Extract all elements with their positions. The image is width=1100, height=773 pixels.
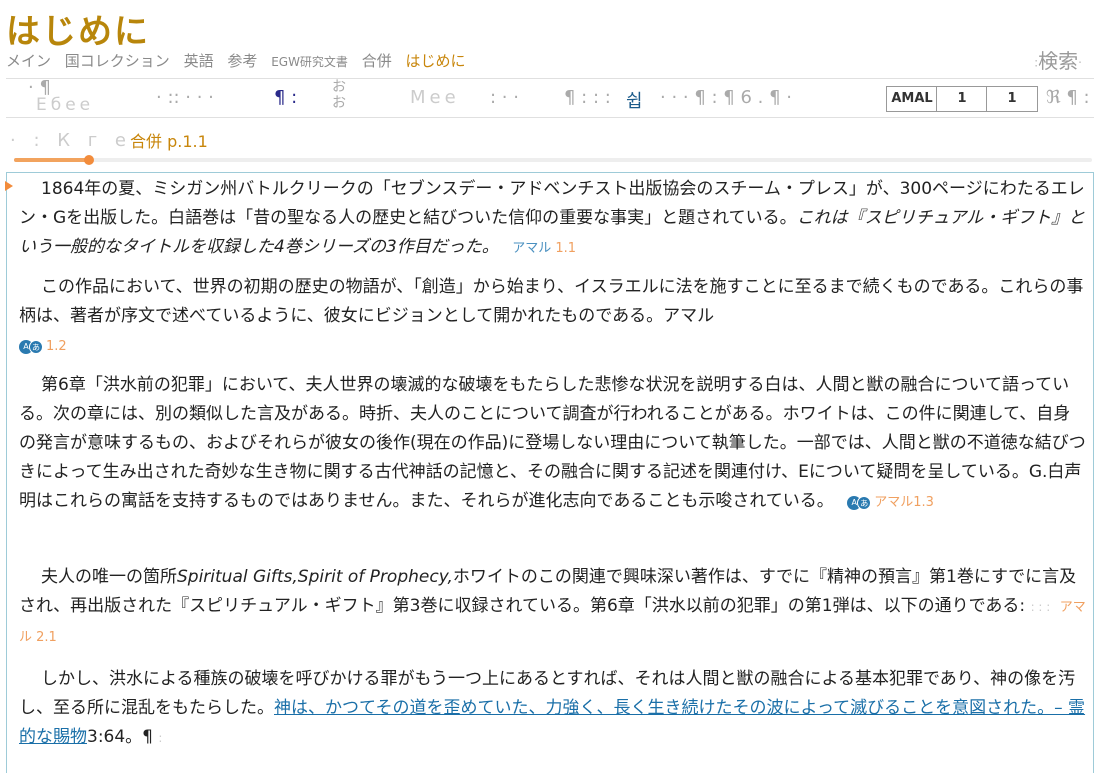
current-paragraph-marker-icon <box>5 181 13 191</box>
reference-link[interactable]: アマル 1.1 <box>512 241 576 256</box>
search-button[interactable]: :検索· <box>1034 45 1082 74</box>
paragraph-italic: Spiritual Gifts,Spirit of Prophecy, <box>177 567 453 587</box>
reference-link[interactable]: A あアマル1.3 <box>847 495 934 510</box>
reference-link[interactable]: A あ 1.2 <box>19 339 67 354</box>
progress-handle[interactable] <box>84 155 94 165</box>
breadcrumb: メイン 国コレクション 英語 参考 EGW研究文書 合併 はじめに <box>6 50 475 71</box>
paragraph-text: 夫人の唯一の箇所 <box>41 567 177 587</box>
paragraph-text: この作品において、世界の初期の歴史の物語が、「創造」から始まり、イスラエルに法を… <box>19 277 1084 326</box>
search-dot-icon: · <box>1078 55 1082 70</box>
translate-icon: Aあ <box>19 339 43 354</box>
breadcrumb-current: はじめに <box>405 52 466 70</box>
breadcrumb-merged[interactable]: 合併 <box>362 52 392 70</box>
subheader-ghost: · : К г е <box>10 130 132 151</box>
toolbar: · ¶ Ебее · :: · · · ¶ : おお Мее : · · ¶ :… <box>6 77 1094 118</box>
paragraph-5: しかし、洪水による種族の破壊を呼びかける罪がもう一つ上にあるとすれば、それは人間… <box>19 665 1087 753</box>
current-reference: 合併 p.1.1 <box>130 132 208 151</box>
breadcrumb-collection[interactable]: 国コレクション <box>65 52 170 70</box>
paragraph-4: 夫人の唯一の箇所Spiritual Gifts,Spirit of Prophe… <box>19 563 1087 652</box>
paragraph-text: 第6章「洪水前の犯罪」において、夫人世界の壊滅的な破壊をもたらした悲惨な状況を説… <box>19 375 1086 511</box>
breadcrumb-main[interactable]: メイン <box>6 52 51 70</box>
paragraph-dots: : <box>158 731 163 745</box>
amal-label: AMAL <box>886 86 938 112</box>
breadcrumb-egw-research[interactable]: EGW研究文書 <box>271 55 348 69</box>
subheader: · : К г е 合併 p.1.1 <box>6 118 1094 170</box>
paragraph-1: 1864年の夏、ミシガン州バトルクリークの「セブンスデー・アドベンチスト出版協会… <box>19 175 1087 263</box>
toolbar-kana[interactable]: おお <box>332 79 358 117</box>
progress-fill <box>14 158 89 162</box>
reading-pane: 1864年の夏、ミシガン州バトルクリークの「セブンスデー・アドベンチスト出版協会… <box>5 172 1094 773</box>
paragraph-3: 第6章「洪水前の犯罪」において、夫人世界の壊滅的な破壊をもたらした悲惨な状況を説… <box>19 371 1087 517</box>
breadcrumb-english[interactable]: 英語 <box>184 52 214 70</box>
breadcrumb-reference[interactable]: 参考 <box>227 52 257 70</box>
paragraph-tail: 3:64。¶ <box>87 727 153 747</box>
progress-track[interactable] <box>14 158 1092 162</box>
paragraph-input[interactable]: 1 <box>986 86 1038 112</box>
paragraph-2: この作品において、世界の初期の歴史の物語が、「創造」から始まり、イスラエルに法を… <box>19 273 1087 361</box>
search-label: 検索 <box>1038 49 1079 73</box>
page-title: はじめに <box>6 12 150 52</box>
chapter-input[interactable]: 1 <box>936 86 988 112</box>
paragraph-dots: : : : <box>1030 600 1051 614</box>
translate-icon: Aあ <box>847 495 872 510</box>
